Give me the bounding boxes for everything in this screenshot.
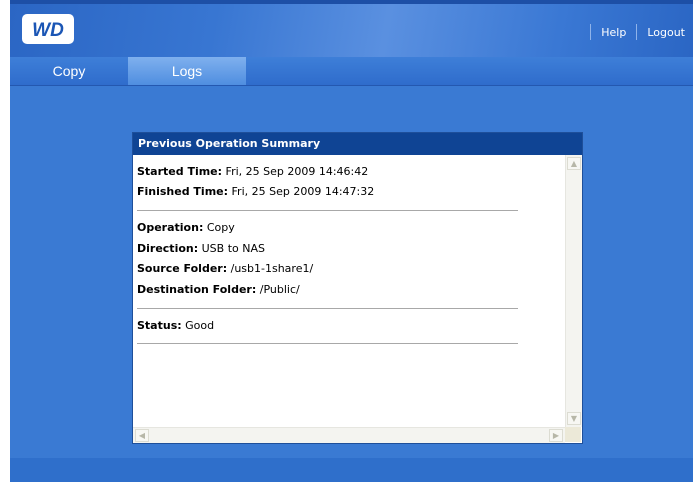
status-label: Status: — [137, 319, 182, 332]
source-folder-row: Source Folder: /usb1-1share1/ — [137, 260, 313, 278]
scroll-down-icon[interactable]: ▼ — [567, 412, 581, 425]
link-separator — [636, 24, 638, 40]
link-separator — [590, 24, 592, 40]
tab-copy[interactable]: Copy — [10, 57, 128, 85]
scrollbar-corner — [565, 427, 581, 442]
destination-folder-value: /Public/ — [259, 283, 300, 296]
horizontal-scrollbar[interactable]: ◀ ▶ — [133, 427, 565, 443]
panel-title: Previous Operation Summary — [133, 133, 582, 155]
source-folder-label: Source Folder: — [137, 262, 228, 275]
destination-folder-label: Destination Folder: — [137, 283, 257, 296]
operation-label: Operation: — [137, 221, 204, 234]
summary-content: Started Time: Fri, 25 Sep 2009 14:46:42 … — [133, 155, 565, 427]
status-value: Good — [185, 319, 215, 332]
footer-strip — [10, 458, 693, 482]
status-row: Status: Good — [137, 317, 214, 335]
operation-summary-panel: Previous Operation Summary Started Time:… — [132, 132, 583, 444]
help-link[interactable]: Help — [601, 26, 626, 39]
operation-row: Operation: Copy — [137, 219, 235, 237]
wd-logo-icon: WD — [32, 20, 64, 40]
svg-text:WD: WD — [32, 20, 64, 40]
vertical-scrollbar[interactable]: ▲ ▼ — [565, 155, 582, 427]
tab-bar: Copy Logs — [10, 57, 693, 86]
scroll-right-icon[interactable]: ▶ — [549, 429, 563, 442]
finished-time-row: Finished Time: Fri, 25 Sep 2009 14:47:32 — [137, 183, 374, 201]
source-folder-value: /usb1-1share1/ — [230, 262, 314, 275]
divider — [137, 210, 518, 211]
logout-link[interactable]: Logout — [647, 26, 685, 39]
direction-row: Direction: USB to NAS — [137, 240, 265, 258]
direction-value: USB to NAS — [201, 242, 265, 255]
destination-folder-row: Destination Folder: /Public/ — [137, 281, 300, 299]
header-top-line — [10, 0, 693, 4]
scroll-up-icon[interactable]: ▲ — [567, 157, 581, 170]
tab-logs[interactable]: Logs — [128, 57, 246, 85]
finished-time-label: Finished Time: — [137, 185, 229, 198]
started-time-value: Fri, 25 Sep 2009 14:46:42 — [225, 165, 369, 178]
operation-value: Copy — [206, 221, 235, 234]
scroll-left-icon[interactable]: ◀ — [135, 429, 149, 442]
wd-logo: WD — [22, 14, 74, 44]
finished-time-value: Fri, 25 Sep 2009 14:47:32 — [231, 185, 375, 198]
direction-label: Direction: — [137, 242, 199, 255]
divider — [137, 308, 518, 309]
started-time-row: Started Time: Fri, 25 Sep 2009 14:46:42 — [137, 163, 368, 181]
top-links: Help Logout — [580, 22, 685, 42]
started-time-label: Started Time: — [137, 165, 223, 178]
divider — [137, 343, 518, 344]
